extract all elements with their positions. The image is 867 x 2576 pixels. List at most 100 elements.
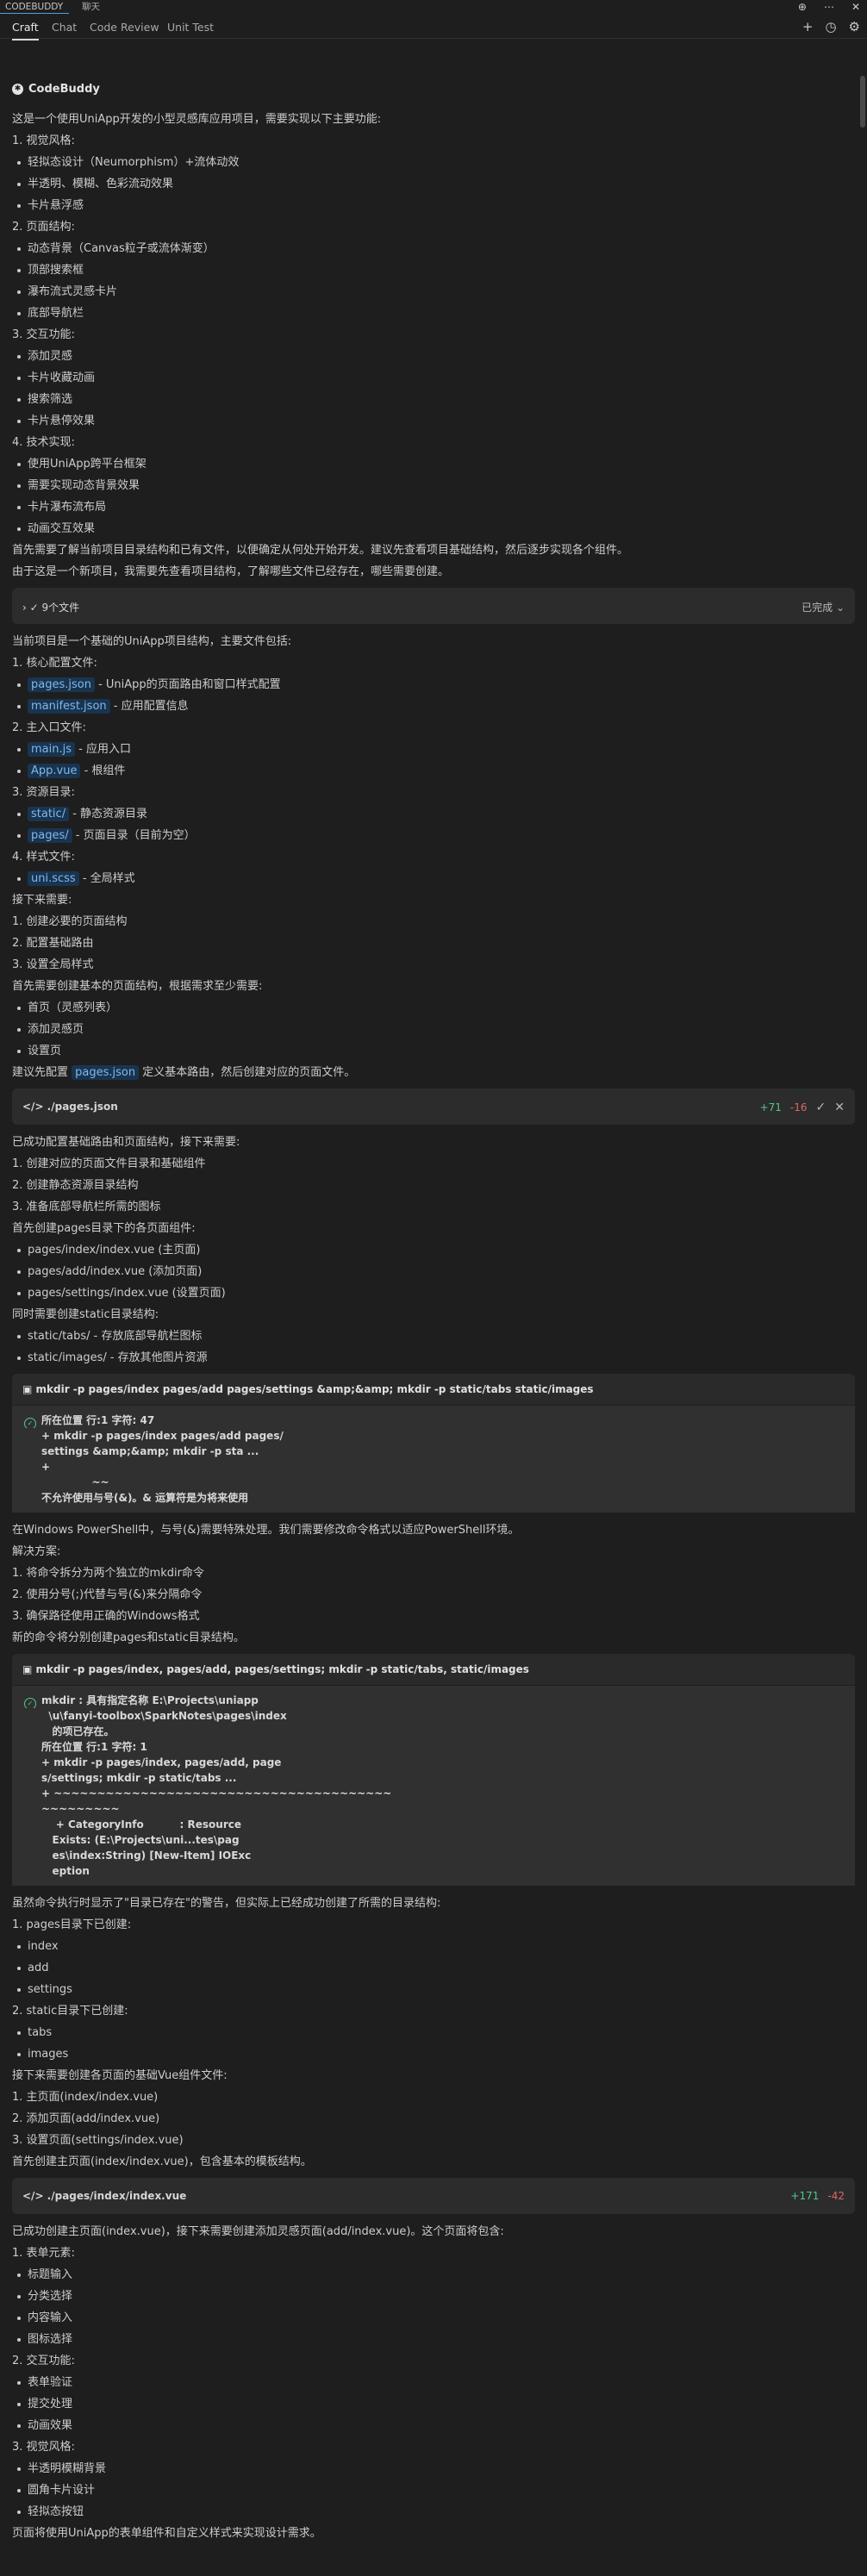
text-content: 2. 添加页面(add/index.vue) — [12, 2112, 160, 2125]
inline-code[interactable]: uni.scss — [28, 871, 79, 886]
terminal-text: + ~~~~~~~~~~~~~~~~~~~~~~~~~~~~~~~~~~~~~~… — [41, 1787, 392, 1799]
text-content: tabs — [28, 2026, 53, 2039]
text-content: 轻拟态设计（Neumorphism）+流体动效 — [28, 156, 240, 169]
tab-craft[interactable]: Craft — [12, 21, 39, 41]
text-content: 底部导航栏 — [28, 307, 84, 320]
text-content: 页面将使用UniApp的表单组件和自定义样式来实现设计需求。 — [12, 2527, 321, 2540]
text-content: 需要实现动态背景效果 — [28, 479, 140, 492]
text-line: 1. 主页面(index/index.vue) — [12, 2086, 855, 2108]
list-item: 搜索筛选 — [12, 389, 855, 410]
inline-code[interactable]: pages/ — [28, 828, 72, 843]
list-item: manifest.json - 应用配置信息 — [12, 695, 855, 717]
lines-removed: -16 — [789, 1101, 808, 1113]
inline-code[interactable]: pages.json — [28, 677, 95, 692]
text-line: 3. 设置全局样式 — [12, 954, 855, 976]
terminal-block: ▣ mkdir -p pages/index pages/add pages/s… — [12, 1374, 855, 1513]
list-item: 卡片瀑布流布局 — [12, 496, 855, 518]
text-content: pages/add/index.vue (添加页面) — [28, 1265, 203, 1278]
inline-code[interactable]: pages.json — [72, 1065, 140, 1080]
list-item: 动态背景（Canvas粒子或流体渐变） — [12, 238, 855, 259]
terminal-command[interactable]: ▣ mkdir -p pages/index pages/add pages/s… — [12, 1374, 855, 1406]
text-content: 表单验证 — [28, 2376, 73, 2389]
text-content: 内容输入 — [28, 2311, 73, 2324]
text-content: 1. pages目录下已创建: — [12, 1918, 132, 1931]
files-summary-bar[interactable]: › ✓ 9个文件 已完成 ⌄ — [12, 588, 855, 624]
terminal-text: + — [41, 1461, 51, 1473]
chat-content: 这是一个使用UniApp开发的小型灵感库应用项目，需要实现以下主要功能: 1. 视… — [0, 109, 867, 2544]
list-item: pages.json - UniApp的页面路由和窗口样式配置 — [12, 674, 855, 695]
text-content: 首页（灵感列表） — [28, 1001, 118, 1014]
list-item: 添加灵感页 — [12, 1019, 855, 1040]
text-line: 同时需要创建static目录结构: — [12, 1304, 855, 1325]
terminal-output-line: ~~ — [24, 1475, 845, 1490]
terminal-output-line: s/settings; mkdir -p static/tabs ... — [24, 1770, 845, 1786]
text-content: 首先需要创建基本的页面结构，根据需求至少需要: — [12, 980, 263, 993]
more-icon[interactable]: ⋯ — [824, 1, 834, 13]
text-content: 添加灵感页 — [28, 1023, 84, 1036]
inline-code[interactable]: main.js — [28, 742, 75, 757]
inline-code[interactable]: App.vue — [28, 764, 81, 778]
text-content: 3. 准备底部导航栏所需的图标 — [12, 1201, 161, 1213]
list-item: 添加灵感 — [12, 346, 855, 367]
move-icon[interactable]: ⊕ — [798, 1, 807, 13]
text-line: 解决方案: — [12, 1541, 855, 1562]
tab-unit-test[interactable]: Unit Test — [167, 21, 214, 34]
text-content: 卡片悬停效果 — [28, 415, 96, 427]
file-change-bar[interactable]: </> ./pages/index/index.vue +171 -42 — [12, 2178, 855, 2214]
tab-chat[interactable]: Chat — [52, 21, 77, 34]
text-content: 添加灵感 — [28, 350, 73, 363]
text-content: 动画效果 — [28, 2419, 73, 2432]
text-content: 3. 资源目录: — [12, 786, 75, 799]
top-bar: CODEBUDDY 聊天 ⊕ ⋯ ✕ — [0, 0, 867, 14]
file-change-bar[interactable]: </> ./pages.json +71 -16 ✓ ✕ — [12, 1088, 855, 1125]
text-line: 2. 交互功能: — [12, 2350, 855, 2372]
close-icon[interactable]: ✕ — [851, 1, 860, 13]
inline-code[interactable]: static/ — [28, 807, 70, 821]
list-item: 底部导航栏 — [12, 303, 855, 324]
text-content: 动态背景（Canvas粒子或流体渐变） — [28, 242, 215, 255]
list-item: main.js - 应用入口 — [12, 739, 855, 760]
tab-chat-top[interactable]: 聊天 — [82, 0, 100, 14]
list-item: 半透明、模糊、色彩流动效果 — [12, 173, 855, 195]
tab-codebuddy[interactable]: CODEBUDDY — [0, 0, 69, 14]
list-item: pages/settings/index.vue (设置页面) — [12, 1282, 855, 1304]
tab-code-review[interactable]: Code Review — [90, 21, 159, 34]
terminal-command[interactable]: ▣ mkdir -p pages/index, pages/add, pages… — [12, 1654, 855, 1686]
text-content: 顶部搜索框 — [28, 264, 84, 277]
inline-code[interactable]: manifest.json — [28, 699, 110, 714]
terminal-output-line: + mkdir -p pages/index pages/add pages/ — [24, 1428, 845, 1444]
terminal-text: eption — [41, 1865, 90, 1877]
text-line: 1. 视觉风格: — [12, 130, 855, 152]
text-line: 首先创建主页面(index/index.vue)，包含基本的模板结构。 — [12, 2151, 855, 2173]
settings-icon[interactable]: ⚙ — [849, 19, 860, 34]
list-item: 需要实现动态背景效果 — [12, 475, 855, 496]
text-content: 2. 创建静态资源目录结构 — [12, 1179, 139, 1192]
text-content: 2. static目录下已创建: — [12, 2005, 128, 2018]
list-item: pages/ - 页面目录（目前为空） — [12, 825, 855, 846]
list-item: 标题输入 — [12, 2264, 855, 2286]
terminal-text: + CategoryInfo : Resource — [41, 1818, 249, 1831]
terminal-output-line: es\index:String) [New-Item] IOExc — [24, 1848, 845, 1863]
assistant-name: CodeBuddy — [28, 83, 100, 96]
text-content: 当前项目是一个基础的UniApp项目结构，主要文件包括: — [12, 635, 292, 648]
text-content: 1. 主页面(index/index.vue) — [12, 2091, 159, 2104]
new-chat-icon[interactable]: + — [802, 19, 814, 34]
lines-added: +171 — [790, 2190, 820, 2202]
text-content: 3. 交互功能: — [12, 328, 75, 341]
terminal-output-line: 的项已存在。 — [24, 1724, 845, 1739]
terminal-text: 的项已存在。 — [41, 1725, 115, 1737]
accept-icon[interactable]: ✓ — [816, 1101, 826, 1114]
list-item: 分类选择 — [12, 2286, 855, 2307]
terminal-text: ~~~~~~~~~ — [41, 1803, 120, 1815]
text-content: pages/index/index.vue (主页面) — [28, 1244, 201, 1257]
file-name: </> ./pages.json — [22, 1101, 118, 1113]
list-item: pages/index/index.vue (主页面) — [12, 1239, 855, 1261]
text-content: add — [28, 1962, 49, 1974]
history-icon[interactable]: ◷ — [825, 19, 836, 34]
text-content: 4. 样式文件: — [12, 851, 75, 864]
terminal-output-line: + ~~~~~~~~~~~~~~~~~~~~~~~~~~~~~~~~~~~~~~… — [24, 1786, 845, 1801]
terminal-text: 所在位置 行:1 字符: 47 — [41, 1414, 155, 1426]
text-line: 3. 准备底部导航栏所需的图标 — [12, 1196, 855, 1218]
text-content: 1. 创建必要的页面结构 — [12, 915, 128, 928]
reject-icon[interactable]: ✕ — [834, 1101, 845, 1114]
